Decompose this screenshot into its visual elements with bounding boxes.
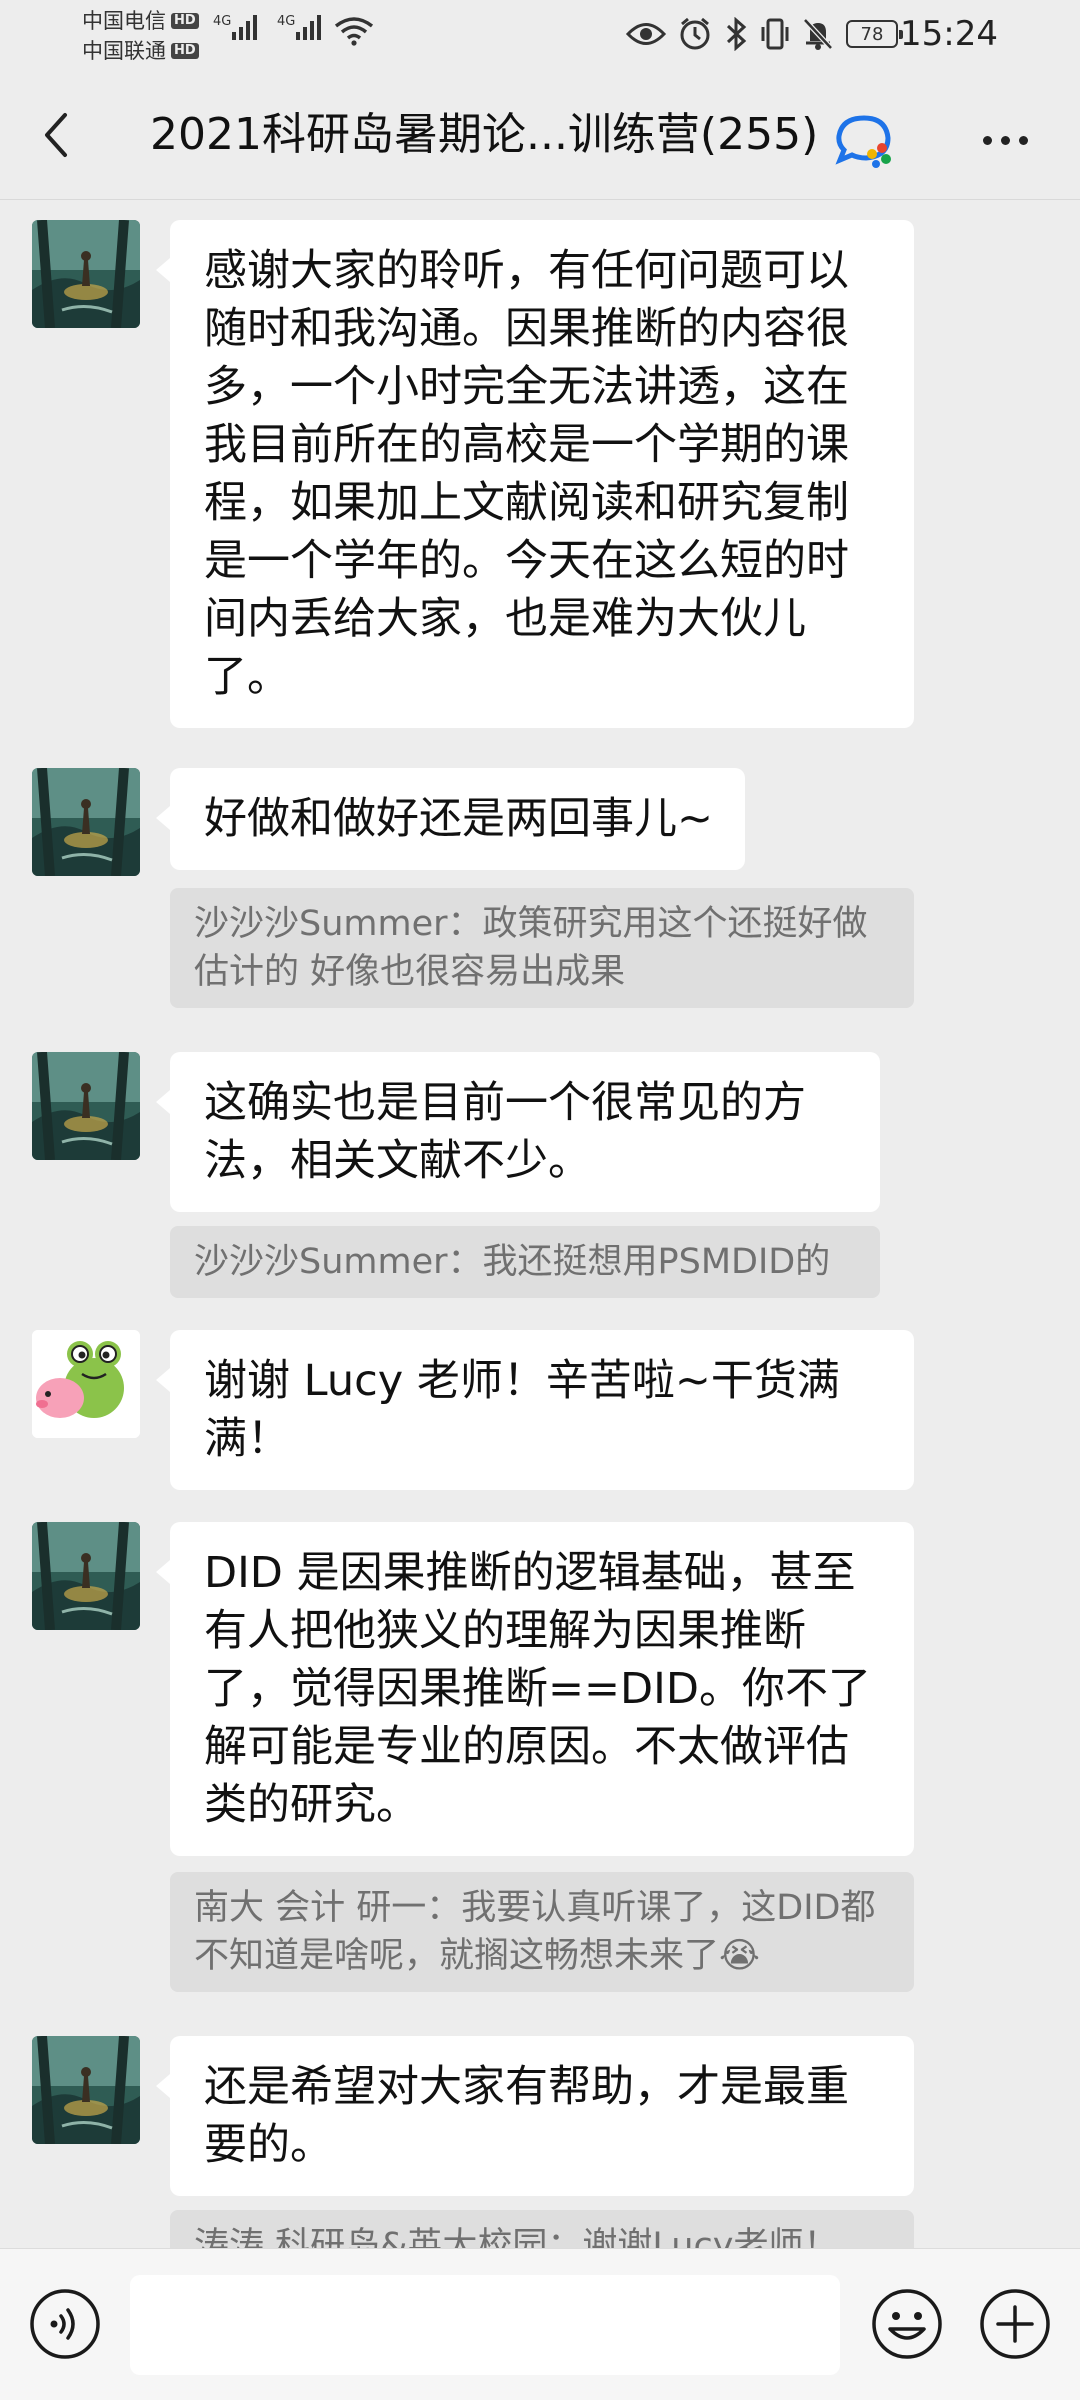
message-bubble[interactable]: 还是希望对大家有帮助，才是最重要的。: [156, 2036, 914, 2196]
network-type-label: 4G: [277, 14, 296, 29]
eye-icon: [626, 23, 666, 45]
back-button[interactable]: [28, 107, 84, 163]
forest-avatar-image: [32, 1052, 140, 1160]
frog-avatar-image: [32, 1330, 140, 1438]
message-bubble[interactable]: 好做和做好还是两回事儿~: [155, 768, 746, 870]
quoted-message[interactable]: 涛涛 科研岛&英大校园：谢谢Lucy老师！: [170, 2210, 914, 2248]
carrier-2-label: 中国联通: [82, 39, 166, 63]
wifi-icon: [334, 16, 374, 46]
more-dot: [1000, 135, 1010, 145]
quoted-message[interactable]: 沙沙沙Summer：政策研究用这个还挺好做估计的 好像也很容易出成果: [170, 888, 914, 1008]
more-dots-icon: [982, 135, 992, 145]
carrier-info: 中国电信 HD 中国联通 HD: [82, 6, 199, 66]
message-text: DID 是因果推断的逻辑基础，甚至有人把他狭义的理解为因果推断了，觉得因果推断=…: [204, 1548, 871, 1830]
chevron-left-icon: [45, 113, 67, 157]
message-list[interactable]: 感谢大家的聆听，有任何问题可以随时和我沟通。因果推断的内容很多，一个小时完全无法…: [0, 200, 1080, 2248]
quote-text: 沙沙沙Summer：我还挺想用PSMDID的: [194, 1242, 831, 1282]
chat-screen: 中国电信 HD 中国联通 HD 4G 4G 78 15:24 2021科研岛暑期…: [0, 0, 1080, 2400]
quote-text: 南大 会计 研一：我要认真听课了，这DID都不知道是啥呢，就搁这畅想未来了😭: [194, 1888, 876, 1976]
emoji-icon: [872, 2289, 942, 2359]
quote-text: 涛涛 科研岛&英大校园：谢谢Lucy老师！: [194, 2226, 839, 2248]
quote-text: 沙沙沙Summer：政策研究用这个还挺好做估计的 好像也很容易出成果: [194, 904, 868, 992]
title-bar: 2021科研岛暑期论...训练营(255): [0, 70, 1080, 200]
forest-avatar-image: [32, 220, 140, 328]
message-text: 这确实也是目前一个很常见的方法，相关文献不少。: [204, 1078, 806, 1186]
input-bar: [0, 2248, 1080, 2400]
message-input[interactable]: [130, 2275, 840, 2375]
bluetooth-icon: [726, 17, 747, 51]
status-icons: 78: [626, 14, 903, 54]
mute-icon: [803, 18, 833, 50]
more-button[interactable]: [970, 112, 1040, 168]
signal-2-icon: 4G: [277, 14, 322, 40]
battery-icon: 78: [846, 20, 903, 48]
sender-avatar[interactable]: [32, 1052, 140, 1160]
forest-avatar-image: [32, 1522, 140, 1630]
more-functions-button[interactable]: [978, 2287, 1052, 2361]
message-bubble[interactable]: 这确实也是目前一个很常见的方法，相关文献不少。: [156, 1052, 880, 1212]
clock: 15:24: [900, 14, 998, 54]
network-type-label: 4G: [213, 14, 232, 29]
quoted-message[interactable]: 沙沙沙Summer：我还挺想用PSMDID的: [170, 1226, 880, 1298]
vibrate-icon: [761, 18, 789, 50]
battery-level: 78: [860, 23, 884, 45]
status-bar: 中国电信 HD 中国联通 HD 4G 4G 78 15:24: [0, 0, 1080, 70]
sender-avatar[interactable]: [32, 1330, 140, 1438]
message-bubble[interactable]: DID 是因果推断的逻辑基础，甚至有人把他狭义的理解为因果推断了，觉得因果推断=…: [156, 1522, 914, 1856]
hd-badge: HD: [171, 13, 199, 29]
voice-button[interactable]: [28, 2287, 102, 2361]
group-chat-badge[interactable]: [834, 112, 900, 172]
sender-avatar[interactable]: [32, 768, 140, 876]
quoted-message[interactable]: 南大 会计 研一：我要认真听课了，这DID都不知道是啥呢，就搁这畅想未来了😭: [170, 1872, 914, 1992]
message-bubble[interactable]: 感谢大家的聆听，有任何问题可以随时和我沟通。因果推断的内容很多，一个小时完全无法…: [156, 220, 914, 728]
chat-bubble-icon: [835, 115, 891, 168]
message-text: 还是希望对大家有帮助，才是最重要的。: [204, 2062, 849, 2170]
message-text: 好做和做好还是两回事儿~: [204, 794, 714, 844]
message-text: 谢谢 Lucy 老师！辛苦啦~干货满满！: [204, 1356, 840, 1464]
sender-avatar[interactable]: [32, 220, 140, 328]
message-bubble[interactable]: 谢谢 Lucy 老师！辛苦啦~干货满满！: [156, 1330, 914, 1490]
hd-badge: HD: [171, 43, 199, 59]
sender-avatar[interactable]: [32, 2036, 140, 2144]
carrier-1-label: 中国电信: [82, 9, 166, 33]
emoji-button[interactable]: [870, 2287, 944, 2361]
more-dot: [1018, 135, 1028, 145]
chat-title: 2021科研岛暑期论...训练营(255): [150, 109, 819, 160]
signal-1-icon: 4G: [213, 14, 258, 40]
message-text: 感谢大家的聆听，有任何问题可以随时和我沟通。因果推断的内容很多，一个小时完全无法…: [204, 246, 849, 702]
voice-icon: [30, 2289, 100, 2359]
forest-avatar-image: [32, 768, 140, 876]
alarm-icon: [680, 17, 710, 50]
forest-avatar-image: [32, 2036, 140, 2144]
plus-icon: [980, 2289, 1050, 2359]
sender-avatar[interactable]: [32, 1522, 140, 1630]
